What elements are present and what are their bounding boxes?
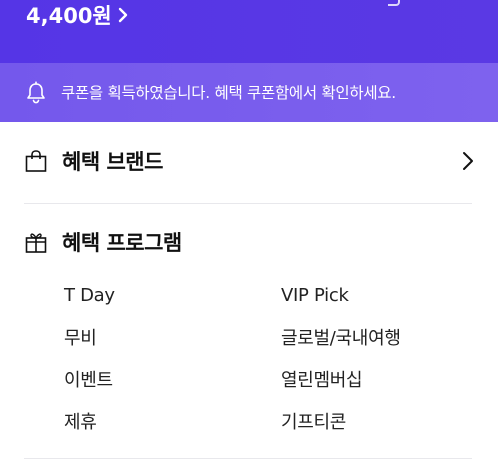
points-amount: 4,400원 — [26, 4, 112, 28]
program-item-open-membership[interactable]: 열린멤버십 — [281, 358, 464, 400]
program-item-partnership[interactable]: 제휴 — [64, 400, 281, 442]
bell-icon — [27, 81, 45, 104]
section-divider — [24, 458, 472, 459]
program-item-gifticon[interactable]: 기프티콘 — [281, 400, 464, 442]
program-item-vip-pick[interactable]: VIP Pick — [281, 274, 464, 316]
coupon-notice-text: 쿠폰을 획득하였습니다. 혜택 쿠폰함에서 확인하세요. — [61, 84, 396, 102]
section-divider — [24, 203, 472, 204]
gift-icon — [25, 233, 47, 253]
benefit-program-title: 혜택 프로그램 — [62, 231, 182, 255]
program-item-tday[interactable]: T Day — [64, 274, 281, 316]
chevron-right-icon — [118, 7, 127, 23]
program-item-movie[interactable]: 무비 — [64, 316, 281, 358]
program-item-travel[interactable]: 글로벌/국내여행 — [281, 316, 464, 358]
benefit-program-header: 혜택 프로그램 — [24, 222, 474, 262]
program-item-event[interactable]: 이벤트 — [64, 358, 281, 400]
benefit-brand-title: 혜택 브랜드 — [62, 150, 163, 174]
shopping-bag-icon — [25, 150, 47, 172]
benefit-program-grid: T Day VIP Pick 무비 글로벌/국내여행 이벤트 열린멤버십 제휴 … — [64, 274, 464, 442]
points-amount-link[interactable]: 4,400원 — [26, 2, 128, 28]
chevron-right-icon — [463, 152, 473, 170]
coupon-notice-banner[interactable]: 쿠폰을 획득하였습니다. 혜택 쿠폰함에서 확인하세요. — [0, 63, 498, 122]
benefit-brand-row[interactable]: 혜택 브랜드 — [24, 141, 474, 181]
header-decoration — [388, 0, 400, 6]
points-header: 4,400원 — [0, 0, 498, 63]
